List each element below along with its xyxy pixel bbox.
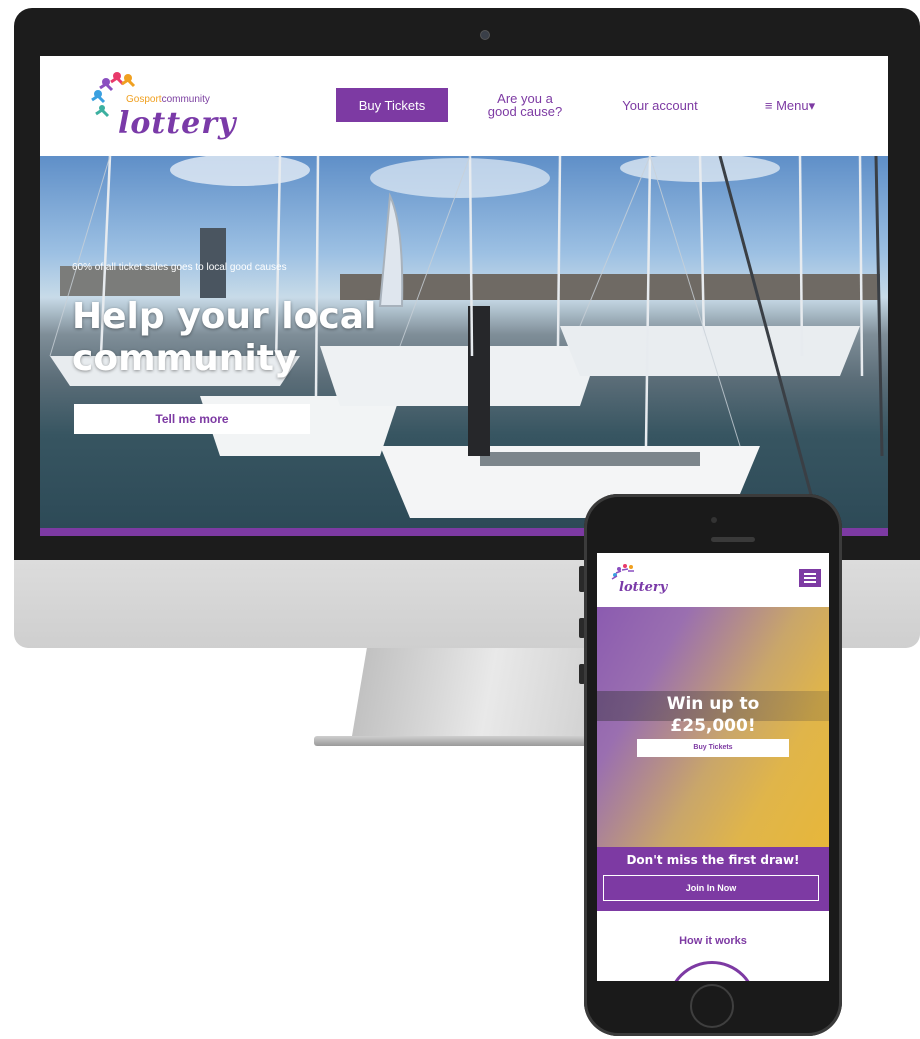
monitor-stand <box>352 648 600 736</box>
mobile-hero: Win up to £25,000! Buy Tickets <box>597 607 829 847</box>
join-in-now-button[interactable]: Join In Now <box>603 875 819 901</box>
buy-tickets-button[interactable]: Buy Tickets <box>336 88 448 122</box>
mobile-buy-tickets-button[interactable]: Buy Tickets <box>637 739 789 757</box>
how-it-works-heading: How it works <box>679 935 747 947</box>
win-line1: Win up to <box>666 694 760 714</box>
good-cause-line2: good cause? <box>487 104 563 119</box>
how-it-works-circle <box>667 961 757 981</box>
hero-note: 60% of all ticket sales goes to local go… <box>72 262 287 273</box>
desktop-screen: Gosportcommunity lottery Buy Tickets Are… <box>40 56 888 536</box>
mobile-screen: lottery Win up to £25,000! Buy Tickets D… <box>597 553 829 981</box>
mobile-header: lottery <box>597 553 829 607</box>
mobile-draw-banner: Don't miss the first draw! Join In Now <box>597 847 829 911</box>
phone-speaker <box>711 537 755 542</box>
hero-section: 60% of all ticket sales goes to local go… <box>40 156 888 528</box>
phone-home-button[interactable] <box>690 984 734 1028</box>
mobile-hero-headline: Win up to £25,000! <box>597 693 829 737</box>
menu-toggle[interactable]: ≡ Menu▾ <box>750 98 830 114</box>
your-account-link[interactable]: Your account <box>610 98 710 113</box>
site-logo[interactable]: Gosportcommunity lottery <box>86 66 236 146</box>
logo-tagline: Gosportcommunity <box>126 94 210 105</box>
hero-title-line1: Help your local <box>72 296 377 337</box>
mobile-menu-button[interactable] <box>799 569 821 587</box>
mobile-logo-wordmark: lottery <box>619 580 668 595</box>
mobile-logo[interactable]: lottery <box>609 561 689 601</box>
first-draw-headline: Don't miss the first draw! <box>626 853 800 867</box>
hamburger-icon: ≡ <box>764 98 777 113</box>
webcam-icon <box>480 30 490 40</box>
site-header: Gosportcommunity lottery Buy Tickets Are… <box>40 56 888 156</box>
tell-me-more-button[interactable]: Tell me more <box>74 404 310 434</box>
good-cause-link[interactable]: Are you a good cause? <box>480 92 570 118</box>
menu-label: Menu <box>776 98 809 113</box>
hamburger-icon <box>804 573 816 575</box>
logo-wordmark: lottery <box>118 106 237 141</box>
phone-camera-icon <box>711 517 717 523</box>
hero-title-line2: community <box>72 338 298 379</box>
hero-title: Help your local community <box>72 296 432 380</box>
win-line2: £25,000! <box>670 716 756 736</box>
caret-down-icon: ▾ <box>808 98 816 113</box>
